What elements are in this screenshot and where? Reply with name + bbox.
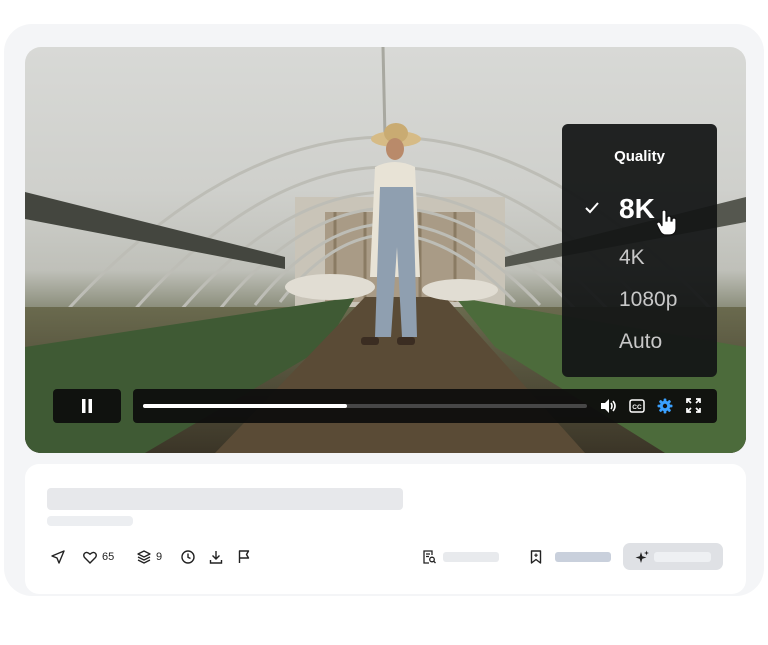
volume-icon[interactable] xyxy=(600,398,618,414)
watch-later-button[interactable] xyxy=(181,549,195,565)
progress-fill xyxy=(143,404,348,408)
quality-option-8k[interactable]: 8K xyxy=(619,193,655,225)
pause-icon xyxy=(82,399,92,413)
layers-count: 9 xyxy=(156,551,163,563)
checkmark-icon xyxy=(585,202,599,214)
like-button[interactable]: 65 xyxy=(83,549,114,565)
hand-cursor-icon xyxy=(657,210,677,236)
bookmark-icon xyxy=(530,550,542,564)
title-placeholder xyxy=(47,488,403,510)
svg-text:CC: CC xyxy=(632,404,642,411)
video-player[interactable]: Quality 8K 4K 1080p Auto CC xyxy=(25,47,746,453)
document-search-icon xyxy=(423,550,436,564)
license-button[interactable] xyxy=(423,549,499,565)
quality-menu: Quality 8K 4K 1080p Auto xyxy=(562,124,717,377)
license-label-placeholder xyxy=(443,552,499,562)
fullscreen-icon[interactable] xyxy=(686,398,701,413)
share-button[interactable] xyxy=(51,549,65,565)
closed-captions-icon[interactable]: CC xyxy=(629,399,645,413)
layers-icon xyxy=(137,550,151,564)
heart-icon xyxy=(83,551,97,564)
clock-icon xyxy=(181,550,195,564)
save-label-placeholder xyxy=(555,552,611,562)
download-button[interactable] xyxy=(209,549,223,565)
likes-count: 65 xyxy=(102,551,115,563)
play-pause-button[interactable] xyxy=(53,389,121,423)
quality-option-1080p[interactable]: 1080p xyxy=(619,288,677,312)
quality-option-4k[interactable]: 4K xyxy=(619,246,645,270)
progress-track[interactable] xyxy=(143,404,587,408)
subtitle-placeholder xyxy=(47,516,133,526)
flag-icon xyxy=(238,550,250,563)
download-icon xyxy=(209,551,223,564)
settings-gear-icon[interactable] xyxy=(657,398,673,414)
report-button[interactable] xyxy=(238,549,250,565)
collections-button[interactable]: 9 xyxy=(137,549,162,565)
control-bar: CC xyxy=(133,389,717,423)
quality-option-auto[interactable]: Auto xyxy=(619,330,662,354)
video-info-panel: 65 9 xyxy=(25,464,746,594)
save-button[interactable] xyxy=(530,549,611,565)
send-icon xyxy=(51,550,65,564)
ai-assistant-button[interactable] xyxy=(623,543,723,570)
ai-label-placeholder xyxy=(654,552,711,562)
quality-menu-title: Quality xyxy=(614,148,665,165)
sparkle-icon xyxy=(635,550,649,563)
